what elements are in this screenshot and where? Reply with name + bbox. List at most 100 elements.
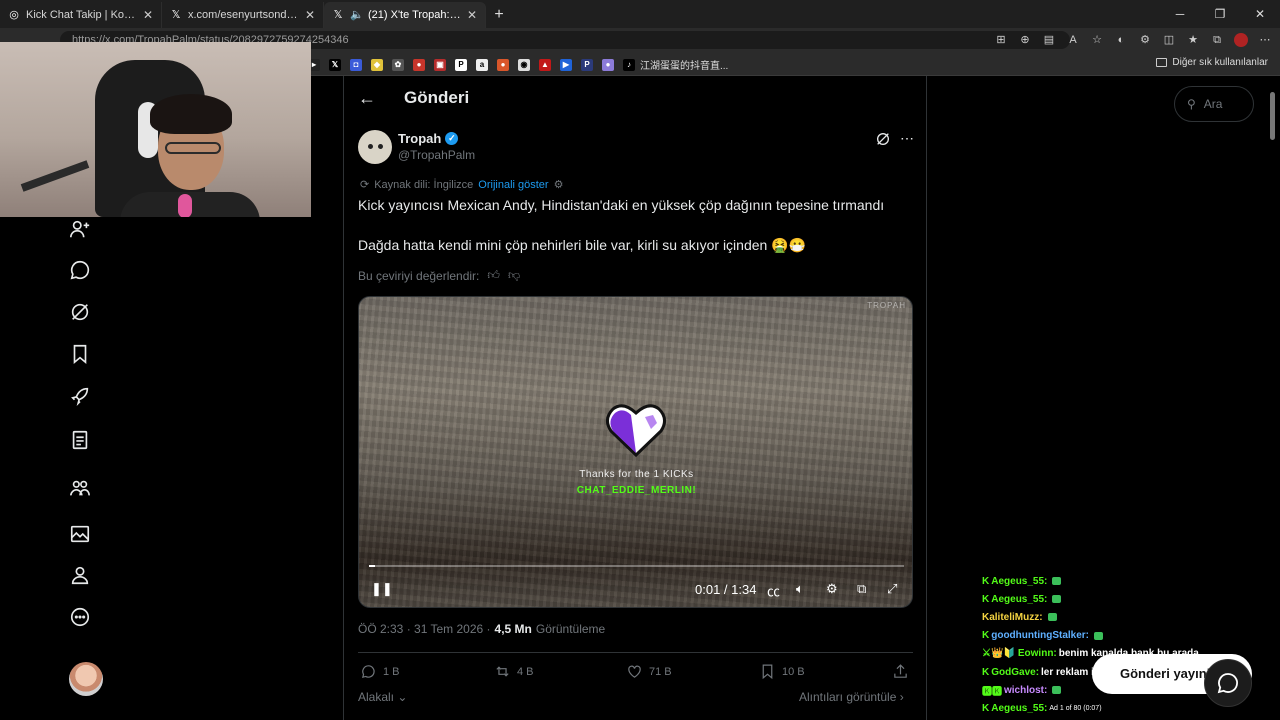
pause-icon[interactable]: ❚❚ bbox=[371, 581, 393, 597]
chat-username: Aegeus_55: bbox=[991, 593, 1048, 605]
fullscreen-icon[interactable]: ⤢ bbox=[887, 581, 897, 597]
close-icon[interactable]: ✕ bbox=[143, 8, 153, 22]
favorites-icon[interactable]: ★ bbox=[1186, 31, 1200, 49]
chat-line: K Aegeus_55: bbox=[982, 572, 1242, 590]
source-language-label: Kaynak dili: İngilizce bbox=[374, 178, 474, 191]
video-progress-bar[interactable] bbox=[369, 565, 904, 567]
post-timestamp[interactable]: ÖÖ 2:33 · 31 Tem 2026 · bbox=[358, 622, 491, 636]
view-quotes-link[interactable]: Alıntıları görüntüle › bbox=[799, 690, 904, 704]
bookmark-icon[interactable]: ▣ bbox=[434, 58, 446, 71]
bookmark-icon[interactable]: ▲ bbox=[539, 58, 551, 71]
bookmark-count: 10 B bbox=[782, 665, 805, 678]
scrollbar-thumb[interactable] bbox=[1270, 92, 1275, 140]
bookmarks-icon[interactable] bbox=[68, 342, 92, 366]
close-icon[interactable]: ✕ bbox=[305, 8, 315, 22]
related-tab[interactable]: Alakalı ⌄ bbox=[358, 690, 407, 704]
pip-icon[interactable]: ⧉ bbox=[857, 581, 866, 597]
messages-fab[interactable] bbox=[1204, 659, 1252, 707]
profile-avatar[interactable] bbox=[1234, 33, 1248, 47]
bookmark-icon[interactable]: P bbox=[581, 58, 593, 71]
left-navigation bbox=[0, 217, 311, 720]
bookmark-icon[interactable]: ✿ bbox=[392, 58, 404, 71]
tab-x-status[interactable]: 𝕏 x.com/esenyurtsondk/status/2083 ✕ bbox=[162, 2, 324, 28]
post-actions: 1 B 4 B 71 B 10 B bbox=[358, 663, 913, 683]
grok-icon[interactable] bbox=[68, 300, 92, 324]
back-arrow-icon[interactable]: ← bbox=[358, 88, 376, 109]
translate-icon: ⟳ bbox=[360, 179, 370, 191]
author-avatar[interactable] bbox=[358, 130, 392, 164]
volume-icon[interactable]: 🔈︎ bbox=[796, 581, 804, 597]
bookmark-icon[interactable]: ◆ bbox=[371, 58, 383, 71]
collections-icon[interactable]: ⧉ bbox=[1210, 31, 1224, 49]
bookmark-icon[interactable]: ◉ bbox=[518, 58, 530, 71]
more-options-icon[interactable]: ⋯ bbox=[900, 130, 915, 147]
bookmark-icon[interactable]: a bbox=[476, 58, 488, 71]
read-aloud-icon[interactable]: A bbox=[1066, 31, 1080, 49]
search-input[interactable]: ⚲ Ara bbox=[1174, 86, 1254, 122]
favorite-star-icon[interactable]: ☆ bbox=[1090, 31, 1104, 49]
bookmark-icon[interactable]: P bbox=[455, 58, 467, 71]
extensions-icon[interactable]: ⚙ bbox=[1138, 31, 1152, 49]
bookmark-icon[interactable]: ● bbox=[497, 58, 509, 71]
reader-icon[interactable]: ▤ bbox=[1042, 31, 1056, 49]
chat-username: KaliteliMuzz: bbox=[982, 611, 1043, 623]
split-screen-icon[interactable]: ◫ bbox=[1162, 31, 1176, 49]
speaker-icon[interactable]: 🔈 bbox=[350, 9, 364, 21]
follow-icon[interactable] bbox=[68, 217, 92, 241]
apps-icon[interactable]: ⊞ bbox=[994, 31, 1008, 49]
thumbs-up-icon[interactable]: 👍︎ bbox=[487, 268, 500, 283]
bookmark-icon[interactable]: ● bbox=[602, 58, 614, 71]
heart-icon bbox=[628, 665, 641, 678]
profile-icon[interactable] bbox=[68, 563, 92, 587]
communities-icon[interactable] bbox=[68, 476, 92, 500]
author-handle[interactable]: @TropahPalm bbox=[398, 148, 475, 162]
bookmark-button[interactable]: 10 B bbox=[759, 663, 805, 680]
tab-tropah-post[interactable]: 𝕏 🔈 (21) X'te Tropah: "Kick stream ✕ bbox=[324, 2, 486, 28]
close-window-icon[interactable]: ✕ bbox=[1240, 0, 1280, 28]
menu-icon[interactable]: ⋯ bbox=[1258, 31, 1272, 49]
chat-badge-icon: K bbox=[982, 702, 990, 714]
chat-message: Ad 1 of 80 (0:07) bbox=[1049, 704, 1102, 712]
lists-icon[interactable] bbox=[68, 428, 92, 452]
premium-icon[interactable] bbox=[68, 522, 92, 546]
bookmark-icon[interactable]: ◘ bbox=[350, 58, 362, 71]
kick-heart-alert-icon bbox=[606, 404, 666, 458]
chat-message: ler reklam iz bbox=[1041, 666, 1099, 678]
repost-icon bbox=[496, 666, 509, 677]
settings-icon[interactable]: ⚙ bbox=[826, 581, 838, 597]
thumbs-down-icon[interactable]: 👎︎ bbox=[508, 268, 520, 283]
x-logo-icon[interactable]: 𝕏 bbox=[329, 58, 341, 71]
bookmark-label[interactable]: 江湖蛋蛋的抖音直... bbox=[640, 57, 728, 72]
author-name[interactable]: Tropah ✓ bbox=[398, 131, 459, 146]
x-logo-icon: 𝕏 bbox=[333, 9, 343, 21]
share-button[interactable] bbox=[892, 663, 909, 680]
zoom-icon[interactable]: ⊕ bbox=[1018, 31, 1032, 49]
bookmark-icon[interactable]: ▶ bbox=[560, 58, 572, 71]
kick-alert-username: CHAT_EDDIE_MERLIN! bbox=[576, 485, 697, 496]
new-tab-button[interactable]: + bbox=[486, 2, 512, 28]
chat-username: Aegeus_55: bbox=[991, 702, 1048, 714]
chat-badge-icon: K bbox=[982, 593, 990, 605]
more-icon[interactable] bbox=[68, 605, 92, 629]
repost-button[interactable]: 4 B bbox=[494, 663, 534, 680]
close-icon[interactable]: ✕ bbox=[467, 8, 477, 22]
captions-icon[interactable]: ㏄ bbox=[767, 581, 780, 600]
minimize-icon[interactable]: ─ bbox=[1160, 0, 1200, 28]
extension-icon[interactable]: ◐ bbox=[1114, 31, 1128, 49]
messages-icon[interactable] bbox=[68, 258, 92, 282]
chat-line: KgoodhuntingStalker: bbox=[982, 627, 1242, 645]
other-bookmarks[interactable]: Diğer sık kullanılanlar bbox=[1156, 57, 1268, 68]
business-icon[interactable] bbox=[68, 384, 92, 408]
restore-icon[interactable]: ❐ bbox=[1200, 0, 1240, 28]
bookmark-icon[interactable]: ● bbox=[413, 58, 425, 71]
chat-line: K Aegeus_55: bbox=[982, 590, 1242, 608]
tiktok-icon[interactable]: ♪ bbox=[623, 58, 635, 71]
reply-button[interactable]: 1 B bbox=[360, 663, 400, 680]
like-button[interactable]: 71 B bbox=[626, 663, 672, 680]
tab-kick-chat[interactable]: ◎ Kick Chat Takip | KokoWich ✕ bbox=[0, 2, 162, 28]
account-avatar[interactable] bbox=[69, 662, 103, 696]
show-original-link[interactable]: Orijinali göster bbox=[478, 179, 548, 191]
grok-icon[interactable] bbox=[875, 131, 891, 147]
video-player[interactable]: TROPAH Thanks for the 1 KICKs CHAT_EDDIE… bbox=[358, 296, 913, 608]
settings-icon[interactable]: ⚙ bbox=[554, 178, 564, 191]
